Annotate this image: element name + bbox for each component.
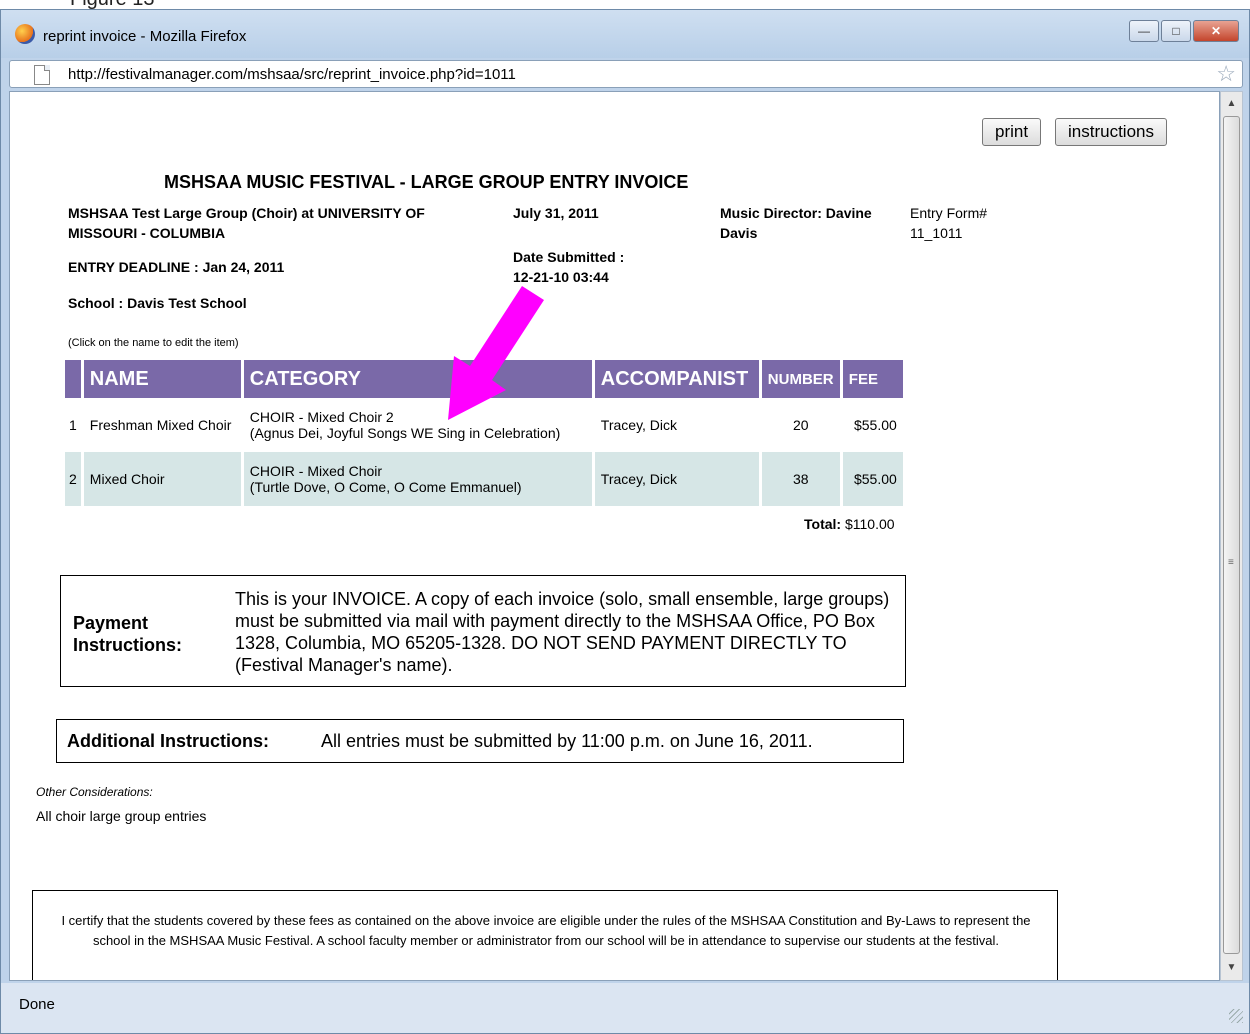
page-icon [34, 65, 50, 85]
category-pieces: (Turtle Dove, O Come, O Come Emmanuel) [249, 479, 522, 495]
scroll-down-icon[interactable]: ▼ [1221, 958, 1242, 978]
category-pieces: (Agnus Dei, Joyful Songs WE Sing in Cele… [249, 425, 561, 441]
certification-box: I certify that the students covered by t… [32, 890, 1058, 980]
music-director: Music Director: Davine Davis [720, 203, 872, 243]
director-line-1: Music Director: Davine [720, 205, 872, 221]
certification-text: I certify that the students covered by t… [61, 913, 1031, 948]
browser-window: reprint invoice - Mozilla Firefox — □ ✕ … [0, 9, 1250, 1034]
date-submitted-label: Date Submitted : [513, 249, 625, 265]
title-bar: reprint invoice - Mozilla Firefox — □ ✕ [1, 10, 1249, 58]
row-index: 1 [69, 417, 77, 433]
row-index: 2 [65, 452, 81, 506]
maximize-button[interactable]: □ [1161, 20, 1191, 42]
index-header [65, 360, 81, 398]
payment-instructions-box: Payment Instructions: This is your INVOI… [60, 575, 906, 687]
window-controls: — □ ✕ [1129, 20, 1239, 42]
page-viewport: print instructions MSHSAA MUSIC FESTIVAL… [9, 91, 1220, 981]
minimize-icon: — [1138, 24, 1150, 38]
arrow-shape [448, 286, 544, 420]
scroll-up-icon[interactable]: ▲ [1221, 94, 1242, 114]
other-considerations-text: All choir large group entries [36, 808, 207, 824]
annotation-arrow [448, 286, 544, 420]
fee-header: FEE [842, 360, 903, 398]
scroll-thumb[interactable]: ≡ [1223, 116, 1240, 954]
edit-hint: (Click on the name to edit the item) [68, 337, 239, 349]
close-button[interactable]: ✕ [1193, 20, 1239, 42]
payment-label-line-1: Payment [73, 613, 149, 633]
entry-form-number: 11_1011 [910, 225, 963, 241]
status-text: Done [19, 996, 55, 1013]
category-name: CHOIR - Mixed Choir [249, 463, 383, 479]
payment-text: This is your INVOICE. A copy of each inv… [235, 589, 890, 675]
event-line-2: MISSOURI - COLUMBIA [68, 225, 226, 241]
address-bar[interactable]: http://festivalmanager.com/mshsaa/src/re… [9, 60, 1243, 88]
entry-form: Entry Form# 11_1011 [910, 203, 987, 243]
additional-label: Additional Instructions: [67, 731, 269, 751]
invoice-total: Total: $110.00 [804, 516, 895, 532]
payment-label: Payment Instructions: [73, 612, 182, 656]
maximize-icon: □ [1172, 24, 1180, 38]
url-text[interactable]: http://festivalmanager.com/mshsaa/src/re… [68, 66, 516, 83]
table-row: 2 Mixed Choir CHOIR - Mixed Choir (Turtl… [65, 452, 903, 506]
entry-form-label: Entry Form# [910, 205, 988, 221]
minimize-button[interactable]: — [1129, 20, 1159, 42]
event-date: July 31, 2011 [513, 205, 599, 221]
close-icon: ✕ [1210, 24, 1222, 38]
invoice-title: MSHSAA MUSIC FESTIVAL - LARGE GROUP ENTR… [164, 172, 689, 192]
additional-instructions-box: Additional Instructions: All entries mus… [56, 719, 904, 763]
name-header: NAME [83, 360, 241, 398]
event-line-1: MSHSAA Test Large Group (Choir) at UNIVE… [68, 205, 425, 221]
print-button[interactable]: print [982, 118, 1042, 146]
entry-deadline: ENTRY DEADLINE : Jan 24, 2011 [68, 259, 285, 275]
total-value: $110.00 [844, 516, 895, 532]
entry-number: 38 [761, 452, 840, 506]
grip-icon: ≡ [1228, 557, 1234, 568]
payment-label-line-2: Instructions: [73, 635, 183, 655]
status-bar: Done [1, 983, 1249, 1033]
number-header: NUMBER [761, 360, 840, 398]
window-title: reprint invoice - Mozilla Firefox [43, 28, 247, 45]
entry-number: 20 [793, 417, 809, 433]
entry-fee: $55.00 [842, 452, 903, 506]
total-label: Total: [804, 516, 842, 532]
event-name: MSHSAA Test Large Group (Choir) at UNIVE… [68, 203, 425, 243]
entry-category: CHOIR - Mixed Choir (Turtle Dove, O Come… [243, 452, 592, 506]
director-line-2: Davis [720, 225, 758, 241]
firefox-icon [15, 24, 35, 44]
bookmark-star-icon[interactable]: ☆ [1216, 62, 1236, 86]
resize-grip-icon[interactable] [1229, 1009, 1243, 1023]
entry-accompanist: Tracey, Dick [600, 417, 678, 433]
instructions-button[interactable]: instructions [1055, 118, 1167, 146]
school-name: School : Davis Test School [68, 295, 247, 311]
vertical-scrollbar[interactable]: ▲ ≡ ▼ [1220, 91, 1243, 981]
entry-fee: $55.00 [853, 417, 897, 433]
additional-text: All entries must be submitted by 11:00 p… [321, 731, 813, 751]
entry-name-link[interactable]: Mixed Choir [83, 452, 241, 506]
other-considerations-label: Other Considerations: [36, 785, 153, 799]
accompanist-header: ACCOMPANIST [594, 360, 759, 398]
entry-accompanist: Tracey, Dick [594, 452, 759, 506]
date-submitted: Date Submitted : 12-21-10 03:44 [513, 247, 624, 287]
entry-name-link[interactable]: Freshman Mixed Choir [84, 398, 241, 452]
